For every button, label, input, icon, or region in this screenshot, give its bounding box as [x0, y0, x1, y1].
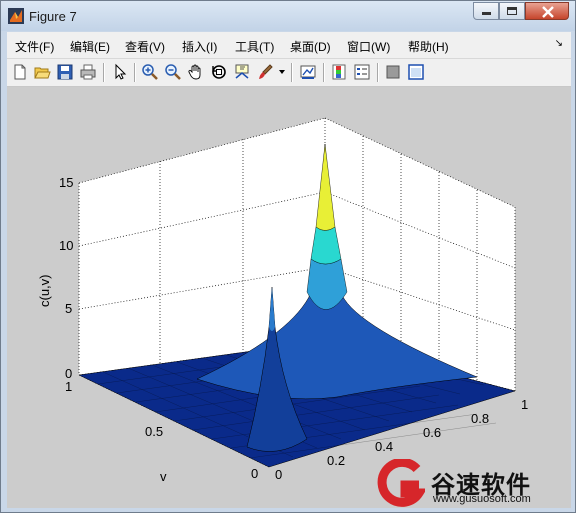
close-button[interactable]: [525, 2, 569, 20]
matlab-icon: [8, 8, 24, 24]
menu-view[interactable]: 查看(V): [125, 38, 165, 55]
menu-bar: 文件(F) 编辑(E) 查看(V) 插入(I) 工具(T) 桌面(D) 窗口(W…: [7, 32, 571, 59]
save-icon[interactable]: [56, 63, 74, 81]
menu-desktop[interactable]: 桌面(D): [290, 38, 331, 55]
figure-canvas[interactable]: 15 10 5 0 c(u,v) 1 0.5 0 v 0 0.2 0.4 0.6…: [7, 87, 571, 508]
open-file-icon[interactable]: [33, 63, 51, 81]
x-tick-0.8: 0.8: [471, 411, 489, 426]
menu-help[interactable]: 帮助(H): [408, 38, 449, 55]
watermark: 谷速软件 www.gusuosoft.com: [375, 459, 571, 508]
figure-window: Figure 7 文件(F) 编辑(E) 查看(V) 插入(I) 工具(T) 桌…: [0, 0, 576, 513]
colorbar-icon[interactable]: [330, 63, 348, 81]
zoom-out-icon[interactable]: [164, 63, 182, 81]
watermark-url: www.gusuosoft.com: [433, 493, 531, 505]
brush-icon[interactable]: [256, 63, 274, 81]
show-plot-tools-icon[interactable]: [407, 63, 425, 81]
z-tick-15: 15: [59, 175, 73, 190]
y-tick-0.5: 0.5: [145, 424, 163, 439]
menu-tools[interactable]: 工具(T): [235, 38, 274, 55]
x-tick-0: 0: [275, 467, 282, 482]
zoom-in-icon[interactable]: [141, 63, 159, 81]
window-title: Figure 7: [29, 9, 77, 24]
figure-toolbar: [7, 59, 571, 87]
title-bar[interactable]: Figure 7: [1, 1, 575, 31]
y-tick-0: 0: [251, 466, 258, 481]
menu-window[interactable]: 窗口(W): [347, 38, 390, 55]
print-icon[interactable]: [79, 63, 97, 81]
minimize-button[interactable]: [473, 2, 499, 20]
pan-hand-icon[interactable]: [187, 63, 205, 81]
surface-plot[interactable]: 15 10 5 0 c(u,v) 1 0.5 0 v 0 0.2 0.4 0.6…: [7, 87, 571, 508]
link-plot-icon[interactable]: [299, 63, 317, 81]
x-tick-0.2: 0.2: [327, 453, 345, 468]
menu-insert[interactable]: 插入(I): [182, 38, 217, 55]
x-tick-1: 1: [521, 397, 528, 412]
dock-arrow-icon[interactable]: ↘: [555, 38, 563, 49]
menu-file[interactable]: 文件(F): [15, 38, 54, 55]
brush-dropdown-icon[interactable]: [279, 69, 285, 75]
x-tick-0.6: 0.6: [423, 425, 441, 440]
legend-icon[interactable]: [353, 63, 371, 81]
y-axis-label: v: [160, 469, 167, 484]
z-axis-label: c(u,v): [37, 275, 52, 308]
hide-plot-tools-icon[interactable]: [384, 63, 402, 81]
select-arrow-icon[interactable]: [111, 63, 129, 81]
y-tick-1: 1: [65, 379, 72, 394]
data-cursor-icon[interactable]: [233, 63, 251, 81]
menu-edit[interactable]: 编辑(E): [70, 38, 110, 55]
new-figure-icon[interactable]: [11, 63, 29, 81]
z-tick-10: 10: [59, 238, 73, 253]
watermark-logo-icon: [377, 459, 425, 507]
close-icon: [542, 6, 554, 18]
z-tick-5: 5: [65, 301, 72, 316]
rotate-3d-icon[interactable]: [210, 63, 228, 81]
x-tick-0.4: 0.4: [375, 439, 393, 454]
maximize-button[interactable]: [499, 2, 525, 20]
